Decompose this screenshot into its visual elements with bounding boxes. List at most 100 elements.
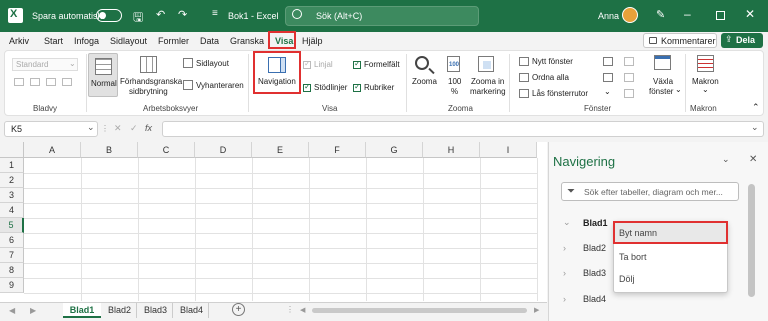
pen-icon[interactable]: ✎ xyxy=(656,8,665,21)
custom-views-icon[interactable] xyxy=(183,80,193,90)
avatar[interactable] xyxy=(622,7,638,23)
arrange-all-label[interactable]: Ordna alla xyxy=(532,73,569,82)
column-header-g[interactable]: G xyxy=(366,142,423,158)
freeze-panes-label[interactable]: Lås fönsterrutor xyxy=(532,89,588,98)
normal-view-button[interactable]: Normal xyxy=(88,53,118,97)
column-header-f[interactable]: F xyxy=(309,142,366,158)
split-icon[interactable] xyxy=(603,57,613,66)
zoom-selection-label-1[interactable]: Zooma in xyxy=(471,77,504,86)
add-sheet-icon[interactable]: + xyxy=(232,303,245,316)
scroll-right-icon[interactable]: ▶ xyxy=(534,306,539,314)
headings-label[interactable]: Rubriker xyxy=(364,83,394,92)
zoom-100-icon[interactable]: 100 xyxy=(447,56,460,72)
side-by-side-icon[interactable] xyxy=(624,57,634,66)
maximize-icon[interactable] xyxy=(716,11,725,20)
freeze-panes-icon[interactable] xyxy=(519,89,529,98)
close-icon[interactable]: ✕ xyxy=(749,154,757,165)
tab-hjalp[interactable]: Hjälp xyxy=(302,36,323,46)
scroll-right-icon[interactable]: ▶ xyxy=(30,306,36,315)
row-header-6[interactable]: 6 xyxy=(0,233,24,248)
close-icon[interactable]: ✕ xyxy=(745,7,755,21)
new-window-label[interactable]: Nytt fönster xyxy=(532,57,573,66)
hide-window-icon[interactable] xyxy=(603,73,613,82)
sheet-view-icon-1[interactable] xyxy=(14,78,24,86)
chevron-down-icon[interactable]: ⌄ xyxy=(722,154,730,165)
chevron-down-icon[interactable]: ⌄ xyxy=(563,217,571,228)
column-header-i[interactable]: I xyxy=(480,142,537,158)
column-header-b[interactable]: B xyxy=(81,142,138,158)
column-header-d[interactable]: D xyxy=(195,142,252,158)
row-header-9[interactable]: 9 xyxy=(0,278,24,293)
tab-sidlayout[interactable]: Sidlayout xyxy=(110,36,147,46)
zoom-magnifier-icon[interactable] xyxy=(415,56,429,70)
zoom-label[interactable]: Zooma xyxy=(412,77,437,86)
select-all-corner[interactable] xyxy=(0,142,24,158)
sheet-tab-blad3[interactable]: Blad3 xyxy=(139,303,173,318)
more-dots-icon[interactable]: ⋮ xyxy=(101,124,109,133)
column-header-e[interactable]: E xyxy=(252,142,309,158)
customize-qat-icon[interactable]: ≡ xyxy=(212,8,218,19)
chevron-right-icon[interactable]: › xyxy=(563,268,566,278)
tab-infoga[interactable]: Infoga xyxy=(74,36,99,46)
custom-views-label[interactable]: Vyhanteraren xyxy=(196,81,244,90)
comments-button[interactable]: Kommentarer xyxy=(643,33,717,48)
context-item-hide[interactable]: Dölj xyxy=(619,274,635,284)
row-header-4[interactable]: 4 xyxy=(0,203,24,218)
formula-bar-checkbox[interactable] xyxy=(353,59,361,69)
macros-icon[interactable] xyxy=(697,55,714,72)
sheet-tab-blad1[interactable]: Blad1 xyxy=(63,303,101,318)
scroll-left-icon[interactable]: ◀ xyxy=(9,306,15,315)
insert-function-icon[interactable]: fx xyxy=(145,123,152,133)
row-header-2[interactable]: 2 xyxy=(0,173,24,188)
zoom-100-label-1[interactable]: 100 xyxy=(448,77,461,86)
gridlines-label[interactable]: Stödlinjer xyxy=(314,83,347,92)
formula-bar-label[interactable]: Formelfält xyxy=(364,60,400,69)
tab-data[interactable]: Data xyxy=(200,36,219,46)
column-header-c[interactable]: C xyxy=(138,142,195,158)
chevron-right-icon[interactable]: › xyxy=(563,243,566,253)
share-button[interactable]: ⇪ Dela xyxy=(721,33,763,48)
name-box[interactable]: K5 ⌄ xyxy=(4,121,98,137)
sheet-view-dropdown[interactable]: Standard ⌄ xyxy=(12,58,78,71)
redo-icon[interactable]: ↷ xyxy=(178,8,187,21)
switch-windows-icon[interactable] xyxy=(654,55,671,70)
sheet-tab-blad4[interactable]: Blad4 xyxy=(175,303,209,318)
undo-icon[interactable]: ↶ xyxy=(156,8,165,21)
row-header-5[interactable]: 5 xyxy=(0,218,24,233)
switch-windows-label-2[interactable]: fönster xyxy=(649,87,673,96)
tab-formler[interactable]: Formler xyxy=(158,36,189,46)
sheet-view-icon-3[interactable] xyxy=(46,78,56,86)
search-box[interactable]: Sök (Alt+C) xyxy=(285,6,479,26)
tab-granska[interactable]: Granska xyxy=(230,36,264,46)
gridlines-checkbox[interactable] xyxy=(303,82,311,92)
column-header-h[interactable]: H xyxy=(423,142,480,158)
cancel-icon[interactable]: ✕ xyxy=(114,123,122,134)
page-break-label-1[interactable]: Förhandsgranska xyxy=(120,77,182,86)
row-header-8[interactable]: 8 xyxy=(0,263,24,278)
formula-input[interactable]: ⌄ xyxy=(162,121,764,137)
row-header-3[interactable]: 3 xyxy=(0,188,24,203)
page-break-label-2[interactable]: sidbrytning xyxy=(129,87,168,96)
switch-windows-label-1[interactable]: Växla xyxy=(653,77,673,86)
arrange-all-icon[interactable] xyxy=(519,73,529,82)
tab-start[interactable]: Start xyxy=(44,36,63,46)
context-item-delete[interactable]: Ta bort xyxy=(619,252,647,262)
tab-arkiv[interactable]: Arkiv xyxy=(9,36,29,46)
nav-item-blad2[interactable]: Blad2 xyxy=(583,243,606,253)
horizontal-scrollbar[interactable] xyxy=(312,308,527,313)
column-header-a[interactable]: A xyxy=(24,142,81,158)
chevron-right-icon[interactable]: › xyxy=(563,294,566,304)
save-icon[interactable]: 🖫 xyxy=(133,8,143,29)
enter-icon[interactable]: ✓ xyxy=(130,123,138,134)
zoom-selection-icon[interactable] xyxy=(478,56,494,72)
nav-pane-scrollbar[interactable] xyxy=(748,184,755,297)
autosave-toggle[interactable] xyxy=(96,9,122,22)
page-break-preview-icon[interactable] xyxy=(140,56,157,73)
nav-item-blad3[interactable]: Blad3 xyxy=(583,268,606,278)
nav-search-input[interactable]: ⏷ Sök efter tabeller, diagram och mer... xyxy=(561,182,739,201)
page-layout-label[interactable]: Sidlayout xyxy=(196,59,229,68)
scroll-left-icon[interactable]: ◀ xyxy=(300,306,305,314)
row-header-1[interactable]: 1 xyxy=(0,158,24,173)
headings-checkbox[interactable] xyxy=(353,82,361,92)
sheet-view-icon-2[interactable] xyxy=(30,78,40,86)
